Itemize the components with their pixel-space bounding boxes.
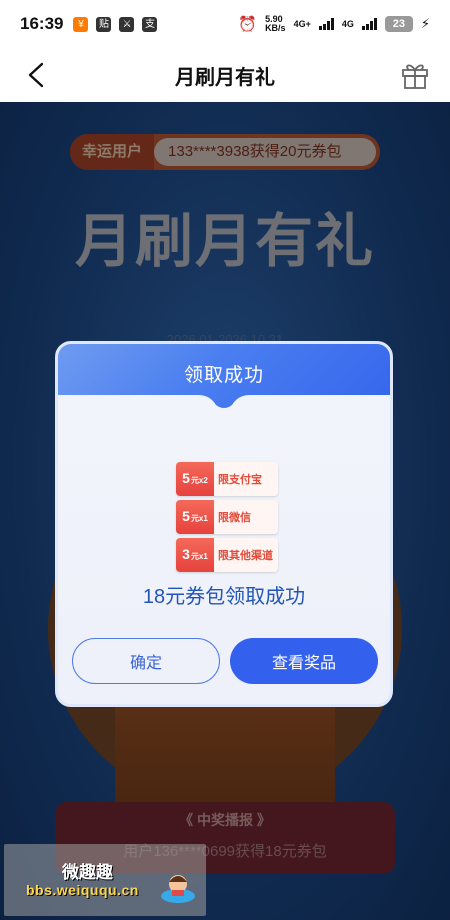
charging-icon: ⚡ — [420, 16, 430, 31]
notification-icons: ¥ 贴 ⚔ 支 — [73, 16, 158, 32]
page-title: 月刷月有礼 — [175, 66, 275, 89]
coupon-value: 5 元x1 — [176, 500, 214, 534]
net-label-2: 4G — [341, 19, 354, 29]
coupon-amount: 5 — [182, 508, 190, 524]
watermark: 微趣趣 bbs.weiququ.cn — [4, 844, 206, 916]
status-bar: 16:39 ¥ 贴 ⚔ 支 ⏰ 5.90 KB/s 4G+ 4G 23 ⚡ — [0, 0, 450, 48]
nav-bar: 月刷月有礼 — [0, 48, 450, 102]
view-prizes-button[interactable]: 查看奖品 — [230, 638, 378, 684]
confirm-button[interactable]: 确定 — [72, 638, 220, 684]
app-notification-icon: ¥ — [73, 16, 89, 32]
success-message: 18元券包领取成功 — [142, 586, 306, 608]
status-time: 16:39 — [20, 14, 64, 33]
coupon-label: 限支付宝 — [214, 462, 278, 496]
watermark-cn: 微趣趣 — [62, 863, 113, 882]
coupon-unit: 元x1 — [190, 514, 208, 523]
coupon-unit: 元x1 — [190, 552, 208, 561]
coupon-value: 5 元x2 — [176, 462, 214, 496]
network-speed: 5.90 KB/s — [265, 14, 286, 33]
signal-icon-2 — [361, 18, 377, 30]
gift-icon[interactable] — [398, 58, 432, 92]
battery-icon: 23 — [384, 16, 413, 32]
coupon-label: 限其他渠道 — [214, 538, 278, 572]
watermark-url: bbs.weiququ.cn — [26, 882, 139, 898]
alarm-icon: ⏰ — [238, 16, 258, 33]
coupon-card: 5 元x1 限微信 — [176, 500, 278, 534]
app-notification-icon: 贴 — [96, 16, 112, 32]
coupon-value: 3 元x1 — [176, 538, 214, 572]
signal-icon — [318, 18, 334, 30]
modal-header: 领取成功 — [58, 344, 390, 409]
mascot-icon — [161, 875, 195, 903]
header-notch — [58, 395, 390, 409]
coupon-card: 5 元x2 限支付宝 — [176, 462, 278, 496]
coupon-label: 限微信 — [214, 500, 278, 534]
app-notification-icon: ⚔ — [119, 16, 135, 32]
success-modal: 领取成功 5 元x2 限支付宝 5 元x1 限微信 3 元x1 限其他渠道 18元券包… — [55, 341, 393, 707]
coupon-unit: 元x2 — [190, 476, 208, 485]
status-right: ⏰ 5.90 KB/s 4G+ 4G 23 ⚡ — [238, 14, 430, 34]
coupon-card: 3 元x1 限其他渠道 — [176, 538, 278, 572]
coupon-stack: 5 元x2 限支付宝 5 元x1 限微信 3 元x1 限其他渠道 — [176, 462, 278, 576]
coupon-amount: 5 — [182, 470, 190, 486]
net-label-1: 4G+ — [293, 19, 311, 29]
coupon-amount: 3 — [182, 546, 190, 562]
back-arrow-icon[interactable] — [22, 60, 52, 90]
app-notification-icon: 支 — [142, 16, 158, 32]
